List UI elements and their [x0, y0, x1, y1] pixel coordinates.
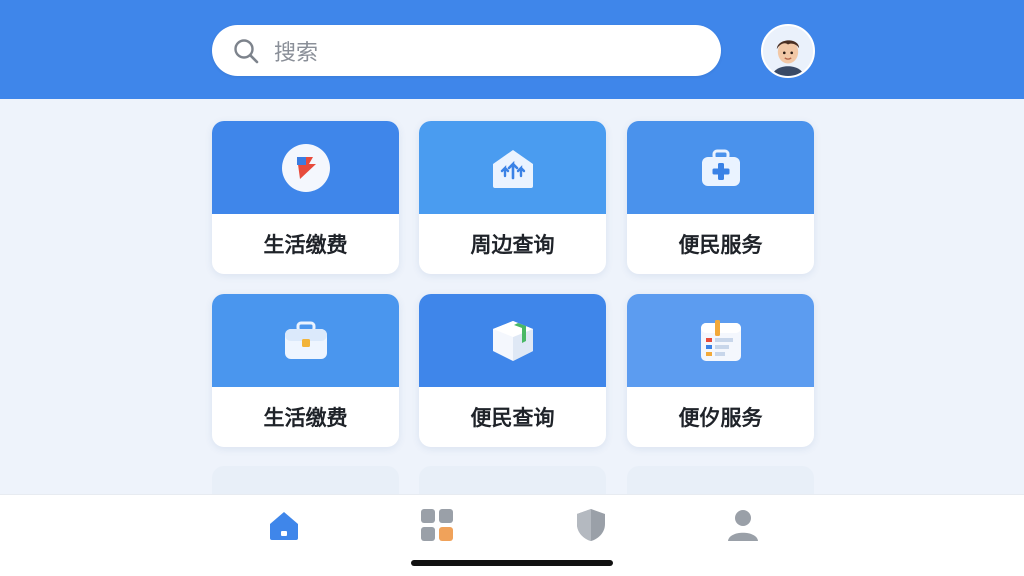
- apps-grid-icon: [419, 507, 455, 547]
- service-grid: 生活缴费 周边查询 便民服务 生活缴费 便民查询 便㐴服务: [0, 0, 1024, 576]
- card-banner: [627, 121, 814, 214]
- calendar-list-icon: [695, 315, 747, 367]
- medical-kit-icon: [695, 142, 747, 194]
- service-card-living-payment-2[interactable]: 生活缴费: [212, 294, 399, 447]
- nearby-house-icon: [487, 142, 539, 194]
- home-indicator: [411, 560, 613, 566]
- package-box-icon: [487, 315, 539, 367]
- tab-apps[interactable]: [417, 507, 457, 547]
- card-banner: [419, 121, 606, 214]
- service-card-living-payment[interactable]: 生活缴费: [212, 121, 399, 274]
- card-banner: [212, 294, 399, 387]
- service-card-convenience-service-2[interactable]: 便㐴服务: [627, 294, 814, 447]
- card-banner: [627, 294, 814, 387]
- home-icon: [266, 507, 302, 547]
- card-banner: [212, 121, 399, 214]
- shield-icon: [573, 507, 609, 547]
- tab-profile[interactable]: [723, 507, 763, 547]
- service-card-convenience-search[interactable]: 便民查询: [419, 294, 606, 447]
- tab-security[interactable]: [571, 507, 611, 547]
- card-label: 周边查询: [470, 233, 555, 257]
- service-card-nearby-search[interactable]: 周边查询: [419, 121, 606, 274]
- service-card-convenience-service[interactable]: 便民服务: [627, 121, 814, 274]
- tab-home[interactable]: [264, 507, 304, 547]
- card-label: 生活缴费: [263, 406, 348, 430]
- card-label: 便㐴服务: [678, 406, 763, 430]
- card-label: 便民查询: [470, 406, 555, 430]
- payment-flag-icon: [280, 142, 332, 194]
- briefcase-icon: [280, 315, 332, 367]
- user-icon: [725, 507, 761, 547]
- card-label: 便民服务: [678, 233, 763, 257]
- card-banner: [419, 294, 606, 387]
- card-label: 生活缴费: [263, 233, 348, 257]
